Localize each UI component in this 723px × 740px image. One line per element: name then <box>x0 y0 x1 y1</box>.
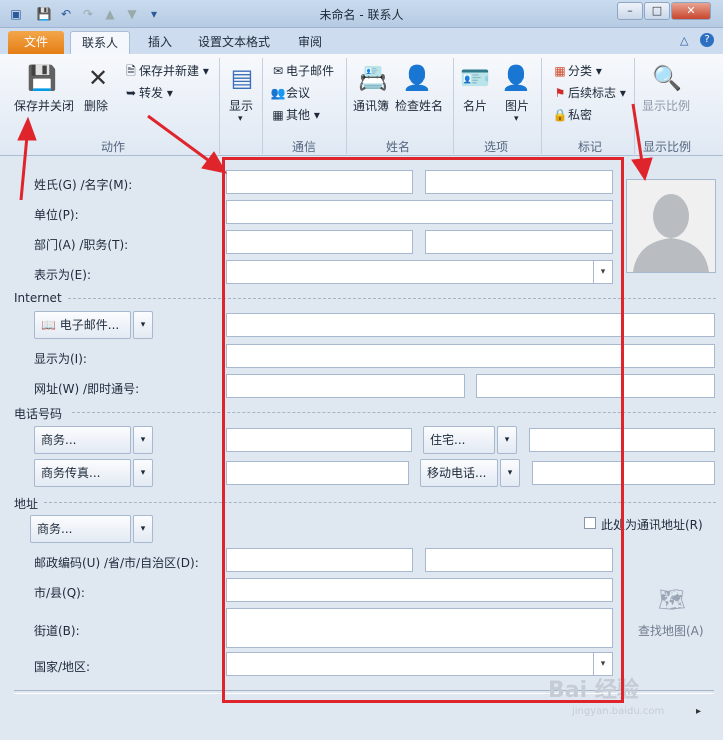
arrow-to-photo <box>631 103 653 182</box>
arrow-to-form-box <box>147 114 227 174</box>
arrow-to-save-close <box>17 116 37 201</box>
annotation-arrows <box>17 103 653 201</box>
